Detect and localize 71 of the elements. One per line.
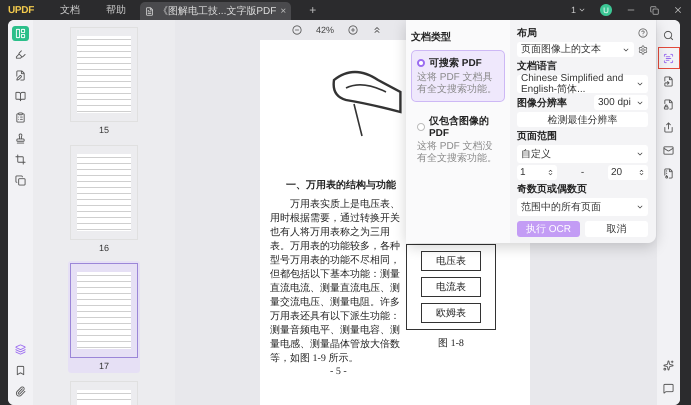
zoom-level[interactable]: 42% (316, 25, 334, 35)
chevron-down-icon (636, 203, 644, 211)
section-label: 页面范围 (517, 130, 558, 143)
paragraph-line: 表。万用表的功能较多，各种 (270, 240, 400, 254)
restore-button[interactable] (650, 6, 659, 14)
radio-icon (417, 122, 425, 130)
paragraph-line: 型号万用表的功能不尽相同， (270, 254, 400, 268)
collapse-up-button[interactable] (372, 25, 382, 35)
app-logo: UPDF (8, 4, 34, 16)
page-number-label: 16 (98, 243, 109, 253)
new-tab-button[interactable]: + (309, 3, 316, 17)
figure-label: 电压表 (421, 251, 481, 271)
page-range-select[interactable]: 自定义 (517, 145, 648, 163)
option-description: 这将 PDF 文档具有全文搜索功能。 (417, 72, 498, 96)
chevron-down-icon (636, 150, 644, 158)
range-start-field[interactable]: 1 (517, 165, 557, 180)
section-heading: 一、万用表的结构与功能 (286, 178, 396, 192)
paragraph-line: 但都包括以下基本功能：测量 (270, 268, 400, 282)
paragraph-line: 也有人将万用表称之为三用 (270, 226, 391, 240)
stepper-icon[interactable] (547, 169, 554, 176)
paragraph-line: 用时根据需要，通过转换开关 (270, 212, 400, 226)
option-description: 这将 PDF 文档没有全文搜索功能。 (417, 141, 498, 165)
page-thumbnail[interactable] (70, 263, 138, 358)
layout-select[interactable]: 页面图像上的文本 (517, 42, 634, 57)
paragraph-line: 等，如图 1-9 所示。 (270, 352, 360, 366)
range-end-field[interactable]: 20 (608, 165, 648, 180)
paragraph-line: 万用表实质上是电压表、 (289, 198, 400, 212)
close-tab-button[interactable]: × (280, 6, 286, 16)
scan-text-icon[interactable] (658, 47, 680, 69)
document-icon (145, 6, 154, 16)
figure-label: 电流表 (421, 277, 481, 297)
menu-item[interactable]: 帮助 (106, 3, 126, 17)
page-parity-select[interactable]: 范围中的所有页面 (517, 198, 648, 216)
figure-label: 欧姆表 (421, 303, 481, 323)
document-tab[interactable]: 《图解电工技...文字版PDF × (140, 2, 292, 20)
document-type-option[interactable]: 可搜索 PDF 这将 PDF 文档具有全文搜索功能。 (411, 50, 505, 102)
tab-title: 《图解电工技...文字版PDF (158, 4, 276, 18)
range-separator: - (580, 167, 584, 178)
figure-caption: 图 1-8 (438, 337, 464, 350)
cancel-button[interactable]: 取消 (585, 221, 648, 237)
paragraph-line: 万用表还具有以下派生功能： (270, 310, 400, 324)
section-label: 布局 (517, 26, 537, 40)
option-title: 可搜索 PDF (429, 56, 482, 70)
zoom-out-button[interactable] (292, 25, 302, 35)
section-label: 文档语言 (517, 59, 558, 73)
section-label: 奇数页或偶数页 (517, 182, 588, 196)
option-title: 仅包含图像的 PDF (429, 114, 490, 139)
zoom-in-button[interactable] (348, 25, 358, 35)
resolution-select[interactable]: 300 dpi (594, 95, 648, 110)
chevron-down-icon (578, 6, 586, 14)
page-count-dropdown[interactable]: 1 (570, 5, 586, 15)
paragraph-line: 直流电流、测量直流电压、测 (270, 282, 400, 296)
stepper-icon[interactable] (638, 169, 645, 176)
language-select[interactable]: Chinese Simplified and English-简体... (517, 75, 648, 93)
radio-icon (417, 59, 425, 67)
thumbnails-icon[interactable] (12, 26, 29, 41)
section-label: 图像分辨率 (517, 96, 567, 110)
paragraph-line: 量电感、测量晶体管放大倍数 (270, 338, 400, 352)
settings-icon[interactable] (638, 44, 648, 54)
paragraph-line: 量交流电压、测量电阻。许多 (270, 296, 400, 310)
help-icon[interactable] (638, 28, 648, 38)
chevron-down-icon (636, 80, 644, 88)
menu-item[interactable]: 文档 (60, 3, 80, 17)
document-type-option[interactable]: 仅包含图像的 PDF 这将 PDF 文档没有全文搜索功能。 (411, 108, 505, 171)
page-number-label: 17 (98, 361, 109, 371)
close-button[interactable] (673, 5, 683, 15)
page-number-label: 15 (98, 125, 109, 135)
page-footer-number: - 5 - (330, 366, 348, 377)
detect-resolution-button[interactable]: 检测最佳分辨率 (517, 112, 648, 127)
section-label: 文档类型 (411, 30, 452, 44)
paragraph-line: 测量音频电平、测量电容、测 (270, 324, 400, 338)
